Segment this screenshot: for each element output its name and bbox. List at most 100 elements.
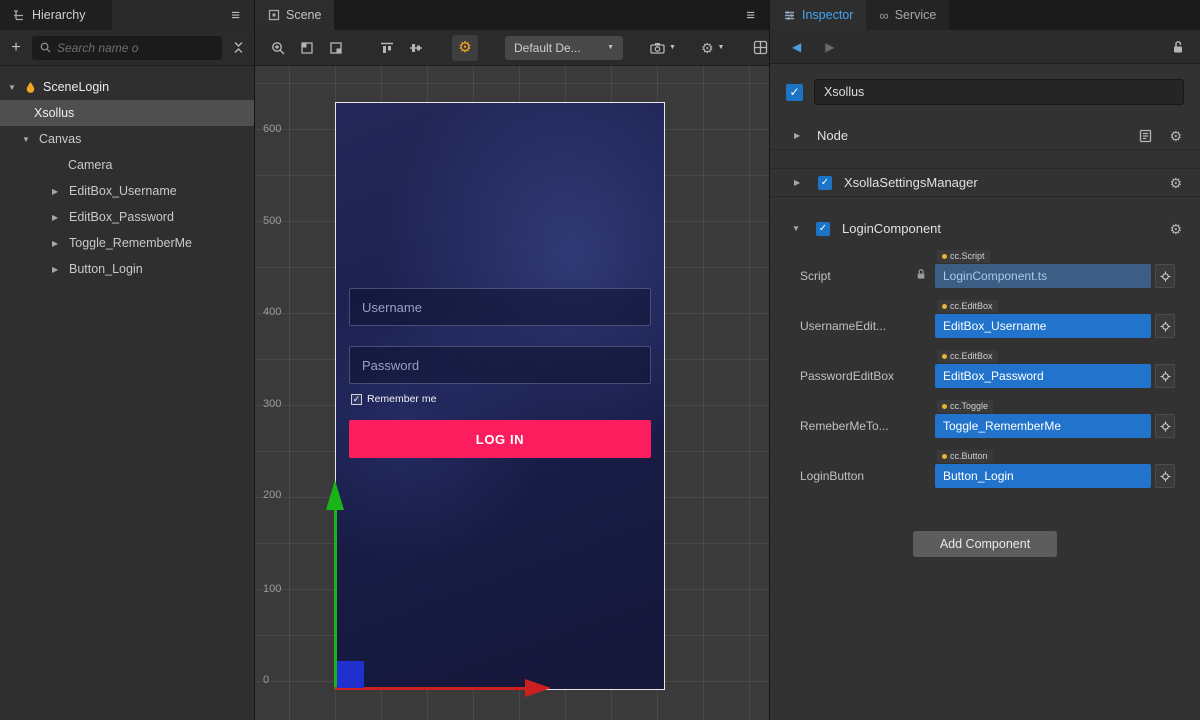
tree-node-label: Camera bbox=[68, 158, 112, 172]
reference-picker-button[interactable] bbox=[1155, 314, 1175, 338]
design-canvas[interactable]: Username Password ✓ Remember me LOG IN bbox=[335, 102, 665, 690]
node-name-input[interactable] bbox=[814, 79, 1184, 105]
preview-login-button[interactable]: LOG IN bbox=[349, 420, 651, 458]
gizmo-origin-handle[interactable] bbox=[337, 661, 364, 688]
align-top-icon[interactable] bbox=[380, 42, 394, 54]
asset-dot-icon bbox=[942, 354, 947, 359]
login-component-header[interactable]: ▼ ✓ LoginComponent ⚙ bbox=[770, 214, 1200, 243]
component-icons: ⚙ bbox=[1169, 176, 1182, 190]
scene-viewport[interactable]: 600 500 400 300 200 100 0 Username Passw… bbox=[255, 66, 769, 720]
tree-node-button-login[interactable]: ▶ Button_Login bbox=[0, 256, 254, 282]
unlock-icon[interactable] bbox=[1172, 40, 1184, 54]
add-component-label: Add Component bbox=[940, 537, 1030, 551]
device-preset-value: Default De... bbox=[514, 41, 581, 55]
node-reference-field[interactable]: Toggle_RememberMe bbox=[935, 414, 1151, 438]
hierarchy-bar-fill: ≡ bbox=[112, 0, 254, 30]
username-placeholder: Username bbox=[362, 300, 422, 315]
component-enabled-checkbox[interactable]: ✓ bbox=[816, 222, 830, 236]
tree-node-canvas[interactable]: ▼ Canvas bbox=[0, 126, 254, 152]
component-type-badge: cc.EditBox bbox=[937, 350, 998, 363]
grid-toggle-icon[interactable] bbox=[753, 40, 768, 55]
prop-row-script: Script cc.Script LoginComponent.ts bbox=[770, 243, 1200, 293]
chevron-right-icon[interactable]: ▶ bbox=[52, 213, 62, 222]
reference-picker-button[interactable] bbox=[1155, 464, 1175, 488]
scene-menu-icon[interactable]: ≡ bbox=[746, 7, 755, 24]
scene-settings-dropdown[interactable]: ⚙ ▼ bbox=[701, 41, 725, 55]
component-icons: ⚙ bbox=[1169, 222, 1182, 236]
script-reference-field[interactable]: LoginComponent.ts bbox=[935, 264, 1151, 288]
chevron-right-icon[interactable]: ▶ bbox=[794, 178, 804, 187]
reference-picker-button[interactable] bbox=[1155, 414, 1175, 438]
gizmo-x-axis-arrow[interactable] bbox=[525, 679, 551, 697]
tree-node-editbox-username[interactable]: ▶ EditBox_Username bbox=[0, 178, 254, 204]
password-placeholder: Password bbox=[362, 358, 419, 373]
preview-password-field[interactable]: Password bbox=[349, 346, 651, 384]
node-section-header[interactable]: ▶ Node ⚙ bbox=[770, 122, 1200, 150]
xsolla-settings-manager-header[interactable]: ▶ ✓ XsollaSettingsManager ⚙ bbox=[770, 168, 1200, 197]
tab-scene[interactable]: Scene bbox=[255, 0, 334, 30]
search-input[interactable] bbox=[57, 41, 214, 55]
chevron-down-icon[interactable]: ▼ bbox=[8, 83, 18, 92]
chevron-down-icon: ▼ bbox=[718, 44, 725, 51]
checkbox-icon[interactable]: ✓ bbox=[351, 394, 362, 405]
tab-inspector[interactable]: Inspector bbox=[770, 0, 866, 30]
inspector-tab-label: Inspector bbox=[802, 8, 853, 22]
chevron-right-icon[interactable]: ▶ bbox=[794, 131, 804, 140]
view-mode-dropdown[interactable]: ▼ bbox=[650, 42, 676, 54]
paste-out-icon[interactable] bbox=[329, 41, 343, 55]
collapse-all-icon[interactable] bbox=[230, 41, 246, 54]
node-reference-field[interactable]: EditBox_Username bbox=[935, 314, 1151, 338]
reference-picker-button[interactable] bbox=[1155, 364, 1175, 388]
chevron-right-icon[interactable]: ▶ bbox=[52, 187, 62, 196]
login-button-label: LOG IN bbox=[476, 432, 524, 447]
tab-service[interactable]: ∞ Service bbox=[866, 0, 949, 30]
chevron-down-icon[interactable]: ▼ bbox=[792, 224, 802, 233]
prop-row-login-button: LoginButton cc.Button Button_Login bbox=[770, 443, 1200, 493]
zoom-icon[interactable] bbox=[271, 41, 285, 55]
gizmo-settings-button[interactable]: ⚙ bbox=[452, 35, 478, 61]
component-enabled-checkbox[interactable]: ✓ bbox=[818, 176, 832, 190]
tree-node-camera[interactable]: Camera bbox=[0, 152, 254, 178]
align-middle-icon[interactable] bbox=[409, 42, 423, 54]
prop-row-password-editbox: PasswordEditBox cc.EditBox EditBox_Passw… bbox=[770, 343, 1200, 393]
tree-node-label: Toggle_RememberMe bbox=[69, 236, 192, 250]
search-icon bbox=[40, 42, 51, 53]
node-active-checkbox[interactable]: ✓ bbox=[786, 84, 803, 101]
hierarchy-menu-icon[interactable]: ≡ bbox=[231, 7, 240, 24]
asset-dot-icon bbox=[942, 254, 947, 259]
tree-node-label: Canvas bbox=[39, 132, 81, 146]
node-reference-field[interactable]: EditBox_Password bbox=[935, 364, 1151, 388]
chevron-right-icon[interactable]: ▶ bbox=[52, 265, 62, 274]
preview-remember-toggle[interactable]: ✓ Remember me bbox=[351, 393, 436, 405]
nav-back-icon[interactable]: ◀ bbox=[792, 40, 801, 54]
service-tab-label: Service bbox=[895, 8, 937, 22]
gear-icon: ⚙ bbox=[458, 40, 471, 55]
component-type-badge: cc.Script bbox=[937, 250, 990, 263]
nav-forward-icon[interactable]: ▶ bbox=[825, 40, 834, 54]
tree-node-toggle-rememberme[interactable]: ▶ Toggle_RememberMe bbox=[0, 230, 254, 256]
gizmo-y-axis-arrow[interactable] bbox=[326, 480, 344, 510]
tree-node-scenelogin[interactable]: ▼ SceneLogin bbox=[0, 74, 254, 100]
preview-username-field[interactable]: Username bbox=[349, 288, 651, 326]
chevron-right-icon[interactable]: ▶ bbox=[52, 239, 62, 248]
gear-icon[interactable]: ⚙ bbox=[1169, 129, 1182, 143]
paste-in-icon[interactable] bbox=[300, 41, 314, 55]
tree-node-editbox-password[interactable]: ▶ EditBox_Password bbox=[0, 204, 254, 230]
reference-picker-button[interactable] bbox=[1155, 264, 1175, 288]
check-icon: ✓ bbox=[821, 177, 829, 188]
document-icon[interactable] bbox=[1139, 129, 1152, 143]
asset-dot-icon bbox=[942, 454, 947, 459]
tree-node-xsollus[interactable]: Xsollus bbox=[0, 100, 254, 126]
create-node-button[interactable]: + bbox=[8, 40, 24, 56]
gear-icon[interactable]: ⚙ bbox=[1169, 176, 1182, 190]
tab-hierarchy[interactable]: Hierarchy bbox=[0, 0, 112, 30]
chevron-down-icon[interactable]: ▼ bbox=[22, 135, 32, 144]
node-reference-field[interactable]: Button_Login bbox=[935, 464, 1151, 488]
gear-icon[interactable]: ⚙ bbox=[1169, 222, 1182, 236]
tree-node-label: Button_Login bbox=[69, 262, 143, 276]
device-preset-dropdown[interactable]: Default De... ▼ bbox=[505, 36, 623, 60]
hierarchy-search-box[interactable] bbox=[32, 36, 222, 60]
prop-label: RemeberMeTo... bbox=[800, 419, 918, 433]
add-component-button[interactable]: Add Component bbox=[913, 531, 1057, 557]
component-type-badge: cc.Button bbox=[937, 450, 993, 463]
